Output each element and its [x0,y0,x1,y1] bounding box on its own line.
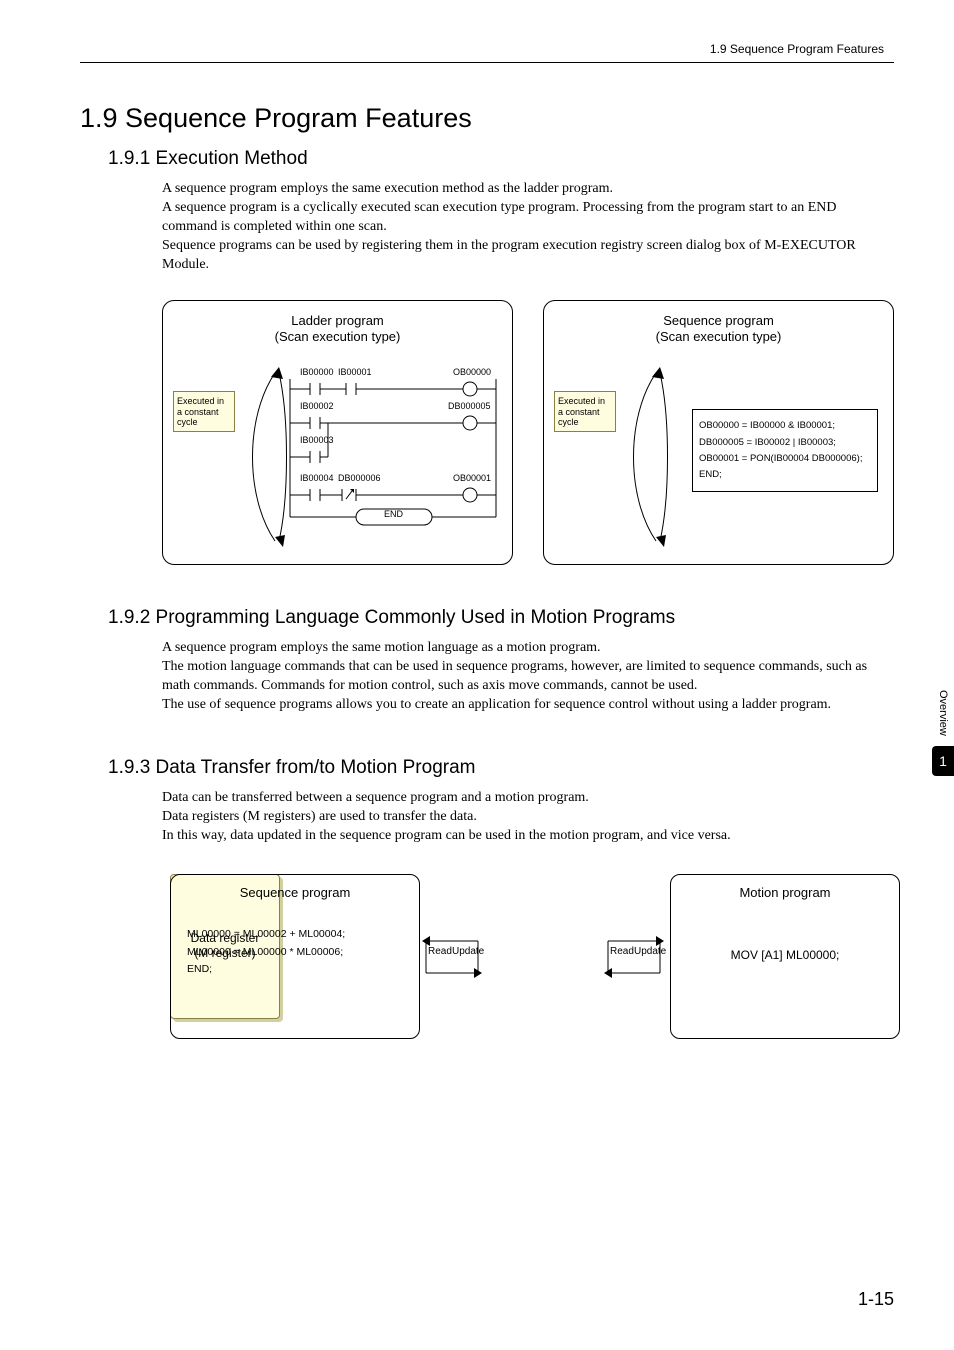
ladder-diagram: IB00000 IB00001 OB00000 IB00002 DB000005… [288,371,498,544]
subsection-3-body: Data can be transferred between a sequen… [162,789,894,846]
header-rule [80,62,894,63]
f2-arrows-right [602,929,672,989]
f2-sequence-box: Sequence program ML00000 = ML00002 + ML0… [170,874,420,1039]
figure-execution-method: Ladder program (Scan execution type) Exe… [162,300,894,565]
f2-mot-title: Motion program [683,885,887,900]
lad-lbl-r1b: IB00001 [338,367,372,377]
lad-lbl-r2c: DB000005 [448,401,491,411]
f2-mot-code: MOV [A1] ML00000; [683,948,887,962]
f2-seq-title: Sequence program [183,885,407,900]
lad-lbl-r3a: IB00003 [300,435,334,445]
subsection-2-heading: 1.9.2 Programming Language Commonly Used… [108,607,894,629]
f2-seq-code: ML00000 = ML00002 + ML00004; ML00000 = M… [183,918,407,988]
f2-update-right: Update [634,946,666,957]
ladder-program-box: Ladder program (Scan execution type) Exe… [162,300,513,565]
sequence-program-box: Sequence program (Scan execution type) E… [543,300,894,565]
subsection-2-body: A sequence program employs the same moti… [162,639,894,715]
seq-line-4: END; [699,467,871,483]
exec-tag-right: Executed in a constant cycle [554,391,616,432]
side-chapter-num: 1 [932,746,954,776]
header-breadcrumb: 1.9 Sequence Program Features [80,42,894,56]
lad-lbl-r4c: OB00001 [453,473,491,483]
cycle-arrow-right [616,367,670,547]
section-title: 1.9 Sequence Program Features [80,103,894,134]
f2-motion-box: Motion program MOV [A1] ML00000; [670,874,900,1039]
side-tab: Overview 1 [932,690,954,776]
lad-end-label: END [384,509,403,519]
figure-data-transfer: Sequence program ML00000 = ML00002 + ML0… [170,874,894,1074]
subsection-3-heading: 1.9.3 Data Transfer from/to Motion Progr… [108,757,894,779]
lad-lbl-r2a: IB00002 [300,401,334,411]
cycle-arrow-left [235,367,289,547]
subsection-1-body: A sequence program employs the same exec… [162,180,894,274]
f2-update-left: Update [452,946,484,957]
page-number: 1-15 [858,1289,894,1310]
f2-seq-l2: ML00000 = ML00000 * ML00006; [187,944,403,962]
lad-lbl-r4a: IB00004 [300,473,334,483]
ladder-title: Ladder program (Scan execution type) [175,313,500,344]
exec-tag-left: Executed in a constant cycle [173,391,235,432]
lad-lbl-r1c: OB00000 [453,367,491,377]
f2-seq-l3: END; [187,961,403,979]
f2-seq-l1: ML00000 = ML00002 + ML00004; [187,926,403,944]
seq-line-1: OB00000 = IB00000 & IB00001; [699,418,871,434]
f2-read-left: Read [428,946,452,957]
sequence-title: Sequence program (Scan execution type) [556,313,881,344]
f2-read-right: Read [610,946,634,957]
seq-line-2: DB000005 = IB00002 | IB00003; [699,435,871,451]
seq-line-3: OB00001 = PON(IB00004 DB000006); [699,451,871,467]
lad-lbl-r1a: IB00000 [300,367,334,377]
f2-arrows-left [420,929,490,989]
lad-lbl-r4b: DB000006 [338,473,381,483]
side-label: Overview [937,690,949,736]
sequence-code-block: OB00000 = IB00000 & IB00001; DB000005 = … [692,409,878,492]
subsection-1-heading: 1.9.1 Execution Method [108,148,894,170]
